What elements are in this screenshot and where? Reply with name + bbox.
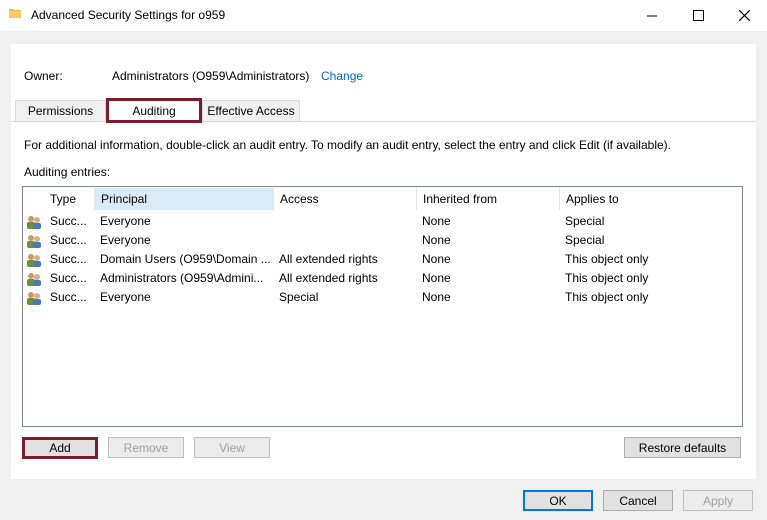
info-text: For additional information, double-click… (24, 138, 671, 152)
apply-button[interactable]: Apply (683, 490, 753, 511)
column-header-access[interactable]: Access (274, 188, 417, 210)
auditing-entries-label: Auditing entries: (24, 165, 111, 179)
column-header-type[interactable]: Type (44, 188, 95, 210)
window-title: Advanced Security Settings for o959 (31, 8, 226, 22)
users-icon (27, 292, 41, 305)
table-cell: Special (565, 214, 605, 228)
add-button[interactable]: Add (22, 437, 98, 459)
table-cell: This object only (565, 290, 649, 304)
table-cell: None (422, 252, 451, 266)
close-icon (738, 10, 750, 21)
add-button-label: Add (49, 441, 71, 455)
table-cell: Domain Users (O959\Domain ... (100, 252, 270, 266)
remove-button[interactable]: Remove (108, 437, 184, 458)
column-header-principal[interactable]: Principal (95, 188, 274, 210)
cancel-button[interactable]: Cancel (603, 490, 673, 511)
cancel-button-label: Cancel (619, 493, 657, 508)
column-header-inherited-from[interactable]: Inherited from (417, 188, 560, 210)
table-cell: Succ... (50, 233, 87, 247)
minimize-icon (647, 15, 657, 16)
minimize-button[interactable] (629, 0, 675, 31)
table-row[interactable]: Succ... Everyone None Special (23, 212, 740, 231)
restore-defaults-button[interactable]: Restore defaults (624, 437, 741, 458)
users-icon (27, 216, 41, 229)
maximize-button[interactable] (675, 0, 721, 31)
maximize-icon (692, 10, 704, 21)
table-row[interactable]: Succ... Everyone Special None This object on… (23, 288, 740, 307)
table-cell: Special (279, 290, 319, 304)
table-cell: None (422, 271, 451, 285)
table-cell: All extended rights (279, 252, 378, 266)
owner-label: Owner: (24, 69, 63, 83)
tab-permissions[interactable]: Permissions (15, 100, 106, 121)
apply-button-label: Apply (702, 493, 734, 508)
table-row[interactable]: Succ... Domain Users (O959\Domain ... All … (23, 250, 740, 269)
tab-effective-access[interactable]: Effective Access (202, 100, 300, 121)
table-cell: Succ... (50, 271, 87, 285)
table-cell: Succ... (50, 252, 87, 266)
table-cell: None (422, 290, 451, 304)
restore-defaults-button-label: Restore defaults (638, 440, 727, 455)
column-header-applies-to-label: Applies to (566, 192, 619, 206)
ok-button-label: OK (549, 493, 567, 508)
column-header-inherited-from-label: Inherited from (423, 192, 498, 206)
title-bar: Advanced Security Settings for o959 (0, 0, 767, 31)
table-cell: Succ... (50, 290, 87, 304)
folder-icon (9, 9, 21, 18)
table-cell: This object only (565, 252, 649, 266)
auditing-entries-list[interactable]: Type Principal Access Inherited from App… (22, 186, 743, 427)
table-cell: None (422, 233, 451, 247)
close-button[interactable] (721, 0, 767, 31)
change-owner-link[interactable]: Change (321, 69, 363, 83)
tab-permissions-label: Permissions (27, 104, 94, 118)
table-cell: Everyone (100, 214, 151, 228)
tab-effective-access-label: Effective Access (207, 104, 295, 118)
column-header-principal-label: Principal (101, 192, 148, 206)
table-cell: Succ... (50, 214, 87, 228)
view-button[interactable]: View (194, 437, 270, 458)
owner-value: Administrators (O959\Administrators) (112, 69, 310, 83)
table-cell: Everyone (100, 290, 151, 304)
tab-auditing-label: Auditing (132, 103, 176, 118)
column-header-access-label: Access (280, 192, 319, 206)
table-row[interactable]: Succ... Administrators (O959\Admini... All… (23, 269, 740, 288)
ok-button[interactable]: OK (523, 490, 593, 511)
table-cell: None (422, 214, 451, 228)
users-icon (27, 254, 41, 267)
table-cell: Administrators (O959\Admini... (100, 271, 264, 285)
tab-auditing[interactable]: Auditing (106, 98, 202, 123)
users-icon (27, 273, 41, 286)
view-button-label: View (219, 440, 245, 455)
column-header-type-label: Type (50, 192, 77, 206)
column-header-applies-to[interactable]: Applies to (560, 188, 742, 210)
table-cell: All extended rights (279, 271, 378, 285)
table-cell: Everyone (100, 233, 151, 247)
table-row[interactable]: Succ... Everyone None Special (23, 231, 740, 250)
table-cell: Special (565, 233, 605, 247)
table-cell: This object only (565, 271, 649, 285)
users-icon (27, 235, 41, 248)
remove-button-label: Remove (123, 440, 169, 455)
